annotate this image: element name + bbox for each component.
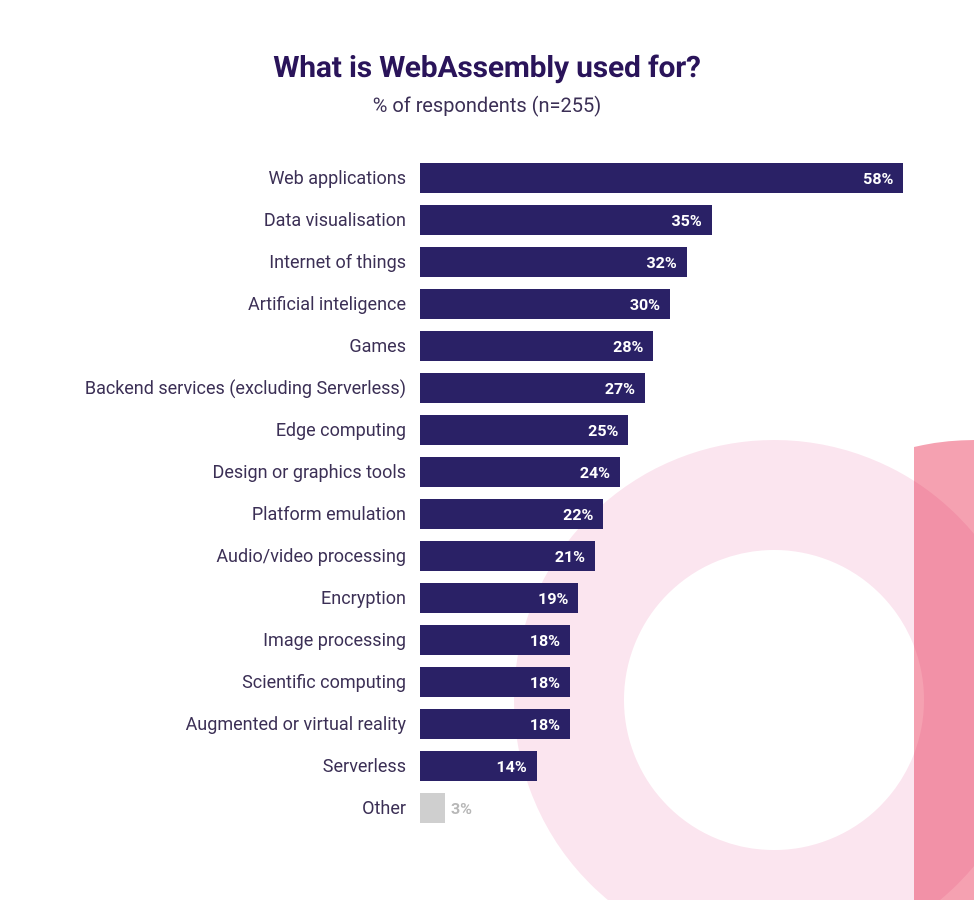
category-label: Artificial inteligence <box>0 294 420 315</box>
bar-row: Encryption 19% <box>0 577 974 619</box>
category-label: Scientific computing <box>0 672 420 693</box>
bar-area: 19% <box>420 583 940 613</box>
bar: 35% <box>420 205 712 235</box>
bar-area: 22% <box>420 499 940 529</box>
bar-row: Backend services (excluding Serverless) 2… <box>0 367 974 409</box>
bar-value-label: 27% <box>605 379 635 398</box>
bar-area: 58% <box>420 163 940 193</box>
bar-area: 35% <box>420 205 940 235</box>
bar-row: Edge computing 25% <box>0 409 974 451</box>
category-label: Other <box>0 798 420 819</box>
category-label: Audio/video processing <box>0 546 420 567</box>
bar-value-label: 30% <box>630 295 660 314</box>
chart-subtitle: % of respondents (n=255) <box>0 93 974 117</box>
bar: 30% <box>420 289 670 319</box>
bar: 27% <box>420 373 645 403</box>
category-label: Games <box>0 336 420 357</box>
category-label: Image processing <box>0 630 420 651</box>
bar-row: Games 28% <box>0 325 974 367</box>
bars-area: Web applications 58% Data visualisation 35%… <box>0 157 974 829</box>
category-label: Encryption <box>0 588 420 609</box>
bar-area: 24% <box>420 457 940 487</box>
bar-area: 32% <box>420 247 940 277</box>
category-label: Internet of things <box>0 252 420 273</box>
bar-value-label: 3% <box>445 793 472 823</box>
bar-value-label: 18% <box>530 715 560 734</box>
bar-value-label: 32% <box>646 253 676 272</box>
bar: 19% <box>420 583 578 613</box>
bar-row: Scientific computing 18% <box>0 661 974 703</box>
bar: 18% <box>420 709 570 739</box>
bar-row: Platform emulation 22% <box>0 493 974 535</box>
category-label: Serverless <box>0 756 420 777</box>
bar: 18% <box>420 667 570 697</box>
bar: 58% <box>420 163 903 193</box>
bar: 24% <box>420 457 620 487</box>
bar-row: Serverless 14% <box>0 745 974 787</box>
bar-row: Web applications 58% <box>0 157 974 199</box>
bar-value-label: 28% <box>613 337 643 356</box>
bar: 14% <box>420 751 537 781</box>
bar-area: 18% <box>420 667 940 697</box>
bar: 22% <box>420 499 603 529</box>
bar-row: Design or graphics tools 24% <box>0 451 974 493</box>
bar-value-label: 18% <box>530 673 560 692</box>
bar-value-label: 14% <box>496 757 526 776</box>
bar-area: 14% <box>420 751 940 781</box>
bar-value-label: 22% <box>563 505 593 524</box>
bar-area: 28% <box>420 331 940 361</box>
category-label: Augmented or virtual reality <box>0 714 420 735</box>
bar <box>420 793 445 823</box>
bar: 21% <box>420 541 595 571</box>
bar-area: 3% <box>420 793 940 823</box>
bar-row: Data visualisation 35% <box>0 199 974 241</box>
bar-area: 18% <box>420 709 940 739</box>
bar-area: 18% <box>420 625 940 655</box>
bar-row: Image processing 18% <box>0 619 974 661</box>
bar-area: 21% <box>420 541 940 571</box>
bar-value-label: 18% <box>530 631 560 650</box>
bar-value-label: 24% <box>580 463 610 482</box>
bar-row: Augmented or virtual reality 18% <box>0 703 974 745</box>
bar-value-label: 21% <box>555 547 585 566</box>
bar-area: 30% <box>420 289 940 319</box>
category-label: Platform emulation <box>0 504 420 525</box>
bar-value-label: 19% <box>538 589 568 608</box>
bar-row: Other 3% <box>0 787 974 829</box>
bar-value-label: 35% <box>671 211 701 230</box>
bar-value-label: 25% <box>588 421 618 440</box>
bar-area: 25% <box>420 415 940 445</box>
bar-area: 27% <box>420 373 940 403</box>
category-label: Edge computing <box>0 420 420 441</box>
category-label: Design or graphics tools <box>0 462 420 483</box>
bar: 28% <box>420 331 653 361</box>
bar-row: Artificial inteligence 30% <box>0 283 974 325</box>
category-label: Data visualisation <box>0 210 420 231</box>
chart-container: What is WebAssembly used for? % of respo… <box>0 0 974 900</box>
bar-row: Audio/video processing 21% <box>0 535 974 577</box>
category-label: Backend services (excluding Serverless) <box>0 378 420 399</box>
bar: 32% <box>420 247 687 277</box>
bar-value-label: 58% <box>863 169 893 188</box>
chart-title: What is WebAssembly used for? <box>0 50 974 85</box>
bar-row: Internet of things 32% <box>0 241 974 283</box>
category-label: Web applications <box>0 168 420 189</box>
bar: 18% <box>420 625 570 655</box>
bar: 25% <box>420 415 628 445</box>
